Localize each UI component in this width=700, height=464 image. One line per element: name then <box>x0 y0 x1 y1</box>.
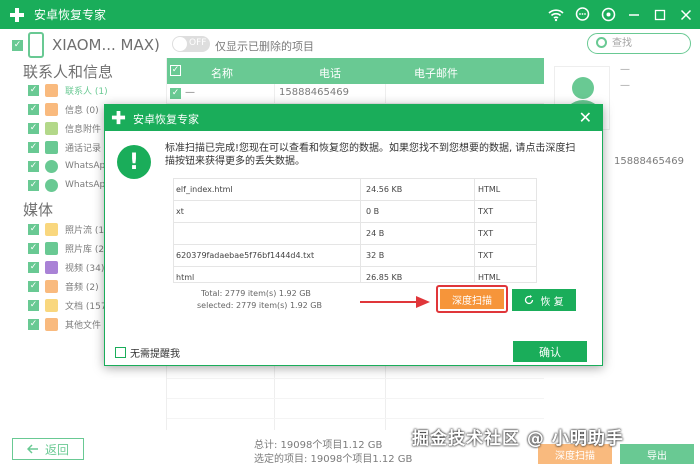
wifi-icon[interactable] <box>548 7 564 23</box>
settings-icon[interactable] <box>600 7 616 23</box>
dialog-close-icon[interactable]: ✕ <box>579 108 592 127</box>
dialog-deep-scan-button[interactable]: 深度扫描 <box>436 285 508 313</box>
table-row[interactable]: xt 0 B TXT <box>174 201 536 223</box>
app-logo-icon <box>111 110 126 125</box>
dialog-title-bar: 安卓恢复专家 ✕ <box>105 105 602 131</box>
scan-complete-dialog: 安卓恢复专家 ✕ ! 标准扫描已完成!您现在可以查看和恢复您的数据。如果您找不到… <box>104 104 603 366</box>
watermark: 掘金技术社区 @ 小明助手 <box>412 429 624 449</box>
table-row[interactable]: html 26.85 KB HTML <box>174 267 536 282</box>
app-title: 安卓恢复专家 <box>34 8 107 22</box>
table-row[interactable]: elf_index.html 24.56 KB HTML <box>174 179 536 201</box>
chat-icon[interactable] <box>574 7 590 23</box>
dialog-recover-button[interactable]: 恢 复 <box>512 289 576 311</box>
dialog-total: Total: 2779 item(s) 1.92 GB <box>201 289 311 298</box>
dialog-title: 安卓恢复专家 <box>133 113 199 126</box>
dialog-message: 标准扫描已完成!您现在可以查看和恢复您的数据。如果您找不到您想要的数据, 请点击… <box>165 143 576 167</box>
table-row[interactable]: 620379fadaebae5f76bf1444d4.txt 32 B TXT <box>174 245 536 267</box>
no-remind-checkbox[interactable] <box>115 347 126 358</box>
minimize-icon[interactable] <box>626 7 642 23</box>
refresh-icon <box>525 295 534 305</box>
title-bar: 安卓恢复专家 <box>0 0 700 29</box>
arrow-right-icon <box>360 296 430 308</box>
info-icon: ! <box>117 145 151 179</box>
maximize-icon[interactable] <box>652 7 668 23</box>
dialog-selected: selected: 2779 item(s) 1.92 GB <box>197 301 322 310</box>
no-remind-label: 无需提醒我 <box>130 349 180 360</box>
no-remind-option[interactable]: 无需提醒我 <box>115 345 180 360</box>
table-row[interactable]: 24 B TXT <box>174 223 536 245</box>
confirm-button[interactable]: 确认 <box>513 341 587 362</box>
app-logo-icon <box>8 6 26 24</box>
file-table: elf_index.html 24.56 KB HTML xt 0 B TXT … <box>173 178 537 283</box>
close-icon[interactable] <box>678 7 694 23</box>
